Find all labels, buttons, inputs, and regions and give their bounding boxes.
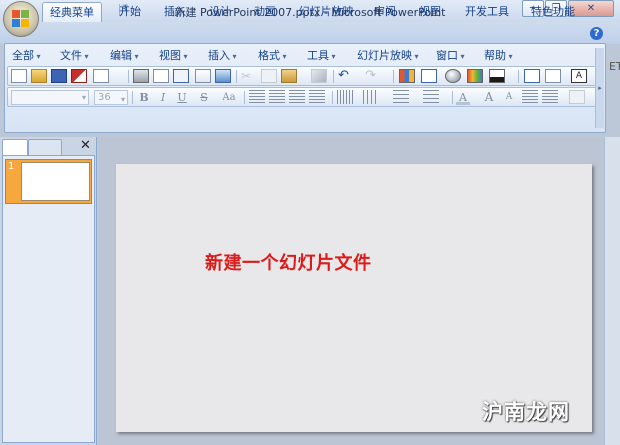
watermark-text: 沪南龙网 [482,400,570,424]
toolbar-separator [393,70,394,83]
tab-classic-menu[interactable]: 经典菜单 [42,2,102,22]
format-painter-icon[interactable] [311,69,327,83]
menu-insert[interactable]: 插入 [208,48,237,64]
edge-text: ET [609,60,620,73]
justify-icon[interactable] [309,90,325,104]
text-box-icon[interactable]: A [571,69,587,83]
menu-tools[interactable]: 工具 [307,48,336,64]
screen-icon[interactable] [173,69,189,83]
menu-edit[interactable]: 编辑 [110,48,139,64]
ribbon-tab-bar [0,22,620,44]
layout-icon[interactable] [545,69,561,83]
redo-icon[interactable]: ↷ [365,69,381,83]
close-icon[interactable]: ✕ [80,139,91,153]
menu-help[interactable]: 帮助 [484,48,513,64]
tab-view[interactable]: 视图 [410,2,450,22]
tab-design[interactable]: 设计 [200,2,240,22]
slide-design-icon[interactable] [569,90,585,104]
chevron-down-icon: ▾ [81,93,86,102]
tab-animation[interactable]: 动画 [245,2,285,22]
tab-home[interactable]: 开始 [110,2,150,22]
copy-icon[interactable] [261,69,277,83]
tab-review[interactable]: 审阅 [365,2,405,22]
formatting-toolbar: ▾ 36 ▾ B I U S Aa A A A [7,87,597,107]
strikethrough-button[interactable]: S [197,90,211,105]
menu-all[interactable]: 全部 [12,48,41,64]
cut-icon[interactable]: ✂ [241,69,257,83]
open-folder-icon[interactable] [31,69,47,83]
print-preview-icon[interactable] [93,69,109,83]
grow-font-icon[interactable]: A [482,90,496,105]
standard-toolbar: ✂ ↶ ↷ A [7,66,597,86]
office-button[interactable] [3,1,39,37]
menu-file[interactable]: 文件 [60,48,89,64]
toolbar-separator [518,70,519,83]
decrease-indent-icon[interactable] [522,90,538,104]
underline-button[interactable]: U [175,90,189,105]
line-color-icon[interactable] [489,69,505,83]
classic-menu-bar: 全部 文件 编辑 视图 插入 格式 工具 幻灯片放映 窗口 帮助 [6,48,604,64]
menu-view[interactable]: 视图 [159,48,188,64]
font-name-combo[interactable]: ▾ [11,90,89,105]
tab-slides[interactable] [2,139,28,155]
italic-button[interactable]: I [156,90,170,105]
permission-icon[interactable] [71,69,87,83]
slide-thumbnail[interactable] [21,162,90,201]
menu-window[interactable]: 窗口 [436,48,465,64]
toolbar-separator [236,70,237,83]
tab-outline[interactable] [28,139,62,155]
tab-developer[interactable]: 开发工具 [458,2,516,22]
new-document-icon[interactable] [11,69,27,83]
save-icon[interactable] [51,69,67,83]
research-icon[interactable] [215,69,231,83]
columns-icon[interactable] [363,90,379,104]
toolbar-separator [132,91,133,104]
menu-slideshow[interactable]: 幻灯片放映 [357,48,419,64]
bold-button[interactable]: B [137,90,151,105]
increase-indent-icon[interactable] [542,90,558,104]
tab-slideshow[interactable]: 幻灯片放映 [293,2,359,22]
new-slide-icon[interactable] [524,69,540,83]
print-icon[interactable] [133,69,149,83]
shrink-font-icon[interactable]: A [502,90,516,105]
zoom-icon[interactable] [153,69,169,83]
toolbar-separator [244,91,245,104]
help-icon[interactable]: ? [590,27,603,40]
align-center-icon[interactable] [269,90,285,104]
office-logo-icon [12,10,30,28]
align-right-icon[interactable] [289,90,305,104]
chevron-down-icon: ▾ [120,95,125,104]
font-size-value: 36 [98,92,111,103]
toolbar-separator [333,70,334,83]
undo-icon[interactable]: ↶ [338,69,354,83]
toolbar-separator [128,70,129,83]
menu-format[interactable]: 格式 [258,48,287,64]
table-icon[interactable] [421,69,437,83]
fill-color-icon[interactable] [467,69,483,83]
font-color-icon[interactable]: A [456,90,470,105]
vertical-scrollbar[interactable] [604,137,620,445]
slide-number: 1 [8,161,15,172]
toolbar-separator [332,91,333,104]
align-left-icon[interactable] [249,90,265,104]
font-size-combo[interactable]: 36 ▾ [94,90,128,105]
chart-icon[interactable] [399,69,415,83]
clip-art-icon[interactable] [445,69,461,83]
text-direction-icon[interactable] [337,90,353,104]
slide-title-text[interactable]: 新建一个幻灯片文件 [205,249,372,275]
tab-special-features[interactable]: 特色功能 [524,2,582,22]
bullets-icon[interactable] [393,90,409,104]
ribbon-scroll-arrow-icon[interactable]: ▸ [595,48,604,128]
spelling-icon[interactable] [195,69,211,83]
tab-insert[interactable]: 插入 [155,2,195,22]
change-case-button[interactable]: Aa [218,90,240,105]
slide-canvas[interactable] [116,164,592,432]
toolbar-separator [452,91,453,104]
paste-icon[interactable] [281,69,297,83]
numbering-icon[interactable] [423,90,439,104]
